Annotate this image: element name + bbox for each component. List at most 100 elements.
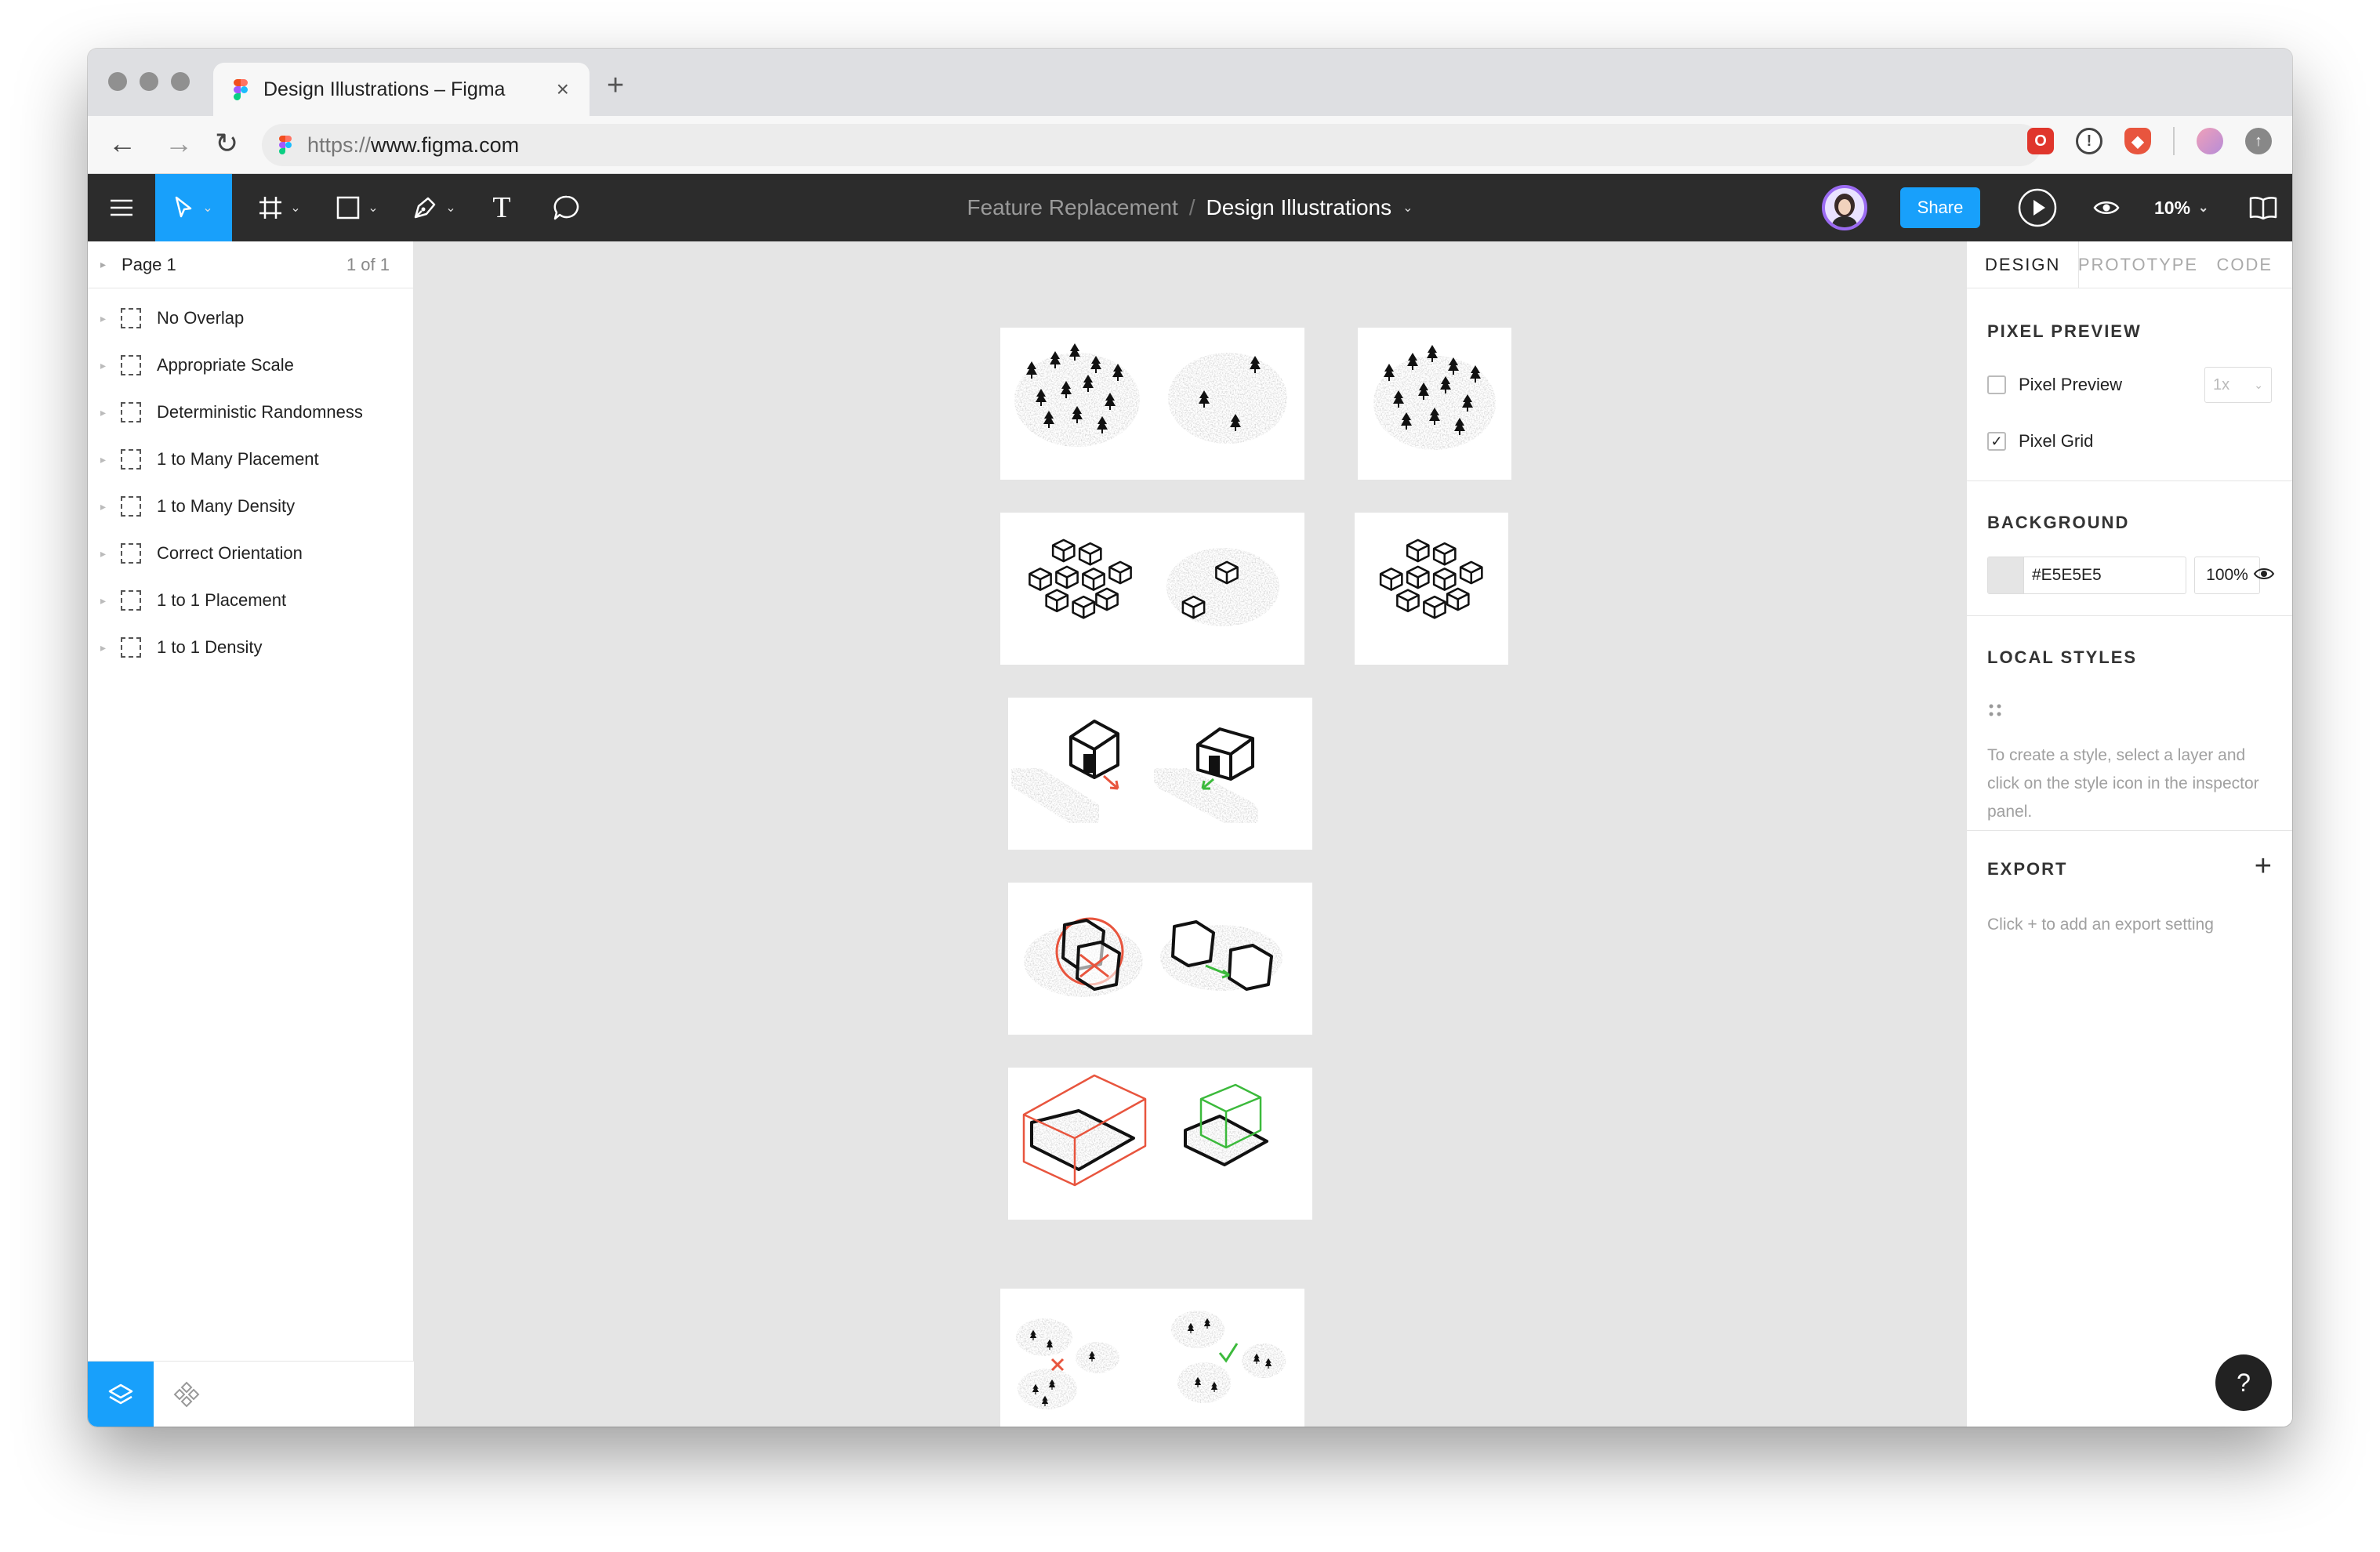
project-name[interactable]: Feature Replacement bbox=[967, 195, 1177, 220]
layer-row[interactable]: ▸ 1 to 1 Density bbox=[88, 624, 413, 671]
chevron-right-icon[interactable]: ▸ bbox=[100, 547, 121, 560]
address-bar[interactable]: https://www.figma.com bbox=[262, 124, 2041, 166]
illustration-frame[interactable] bbox=[1358, 328, 1511, 480]
profile-avatar-icon[interactable] bbox=[2197, 128, 2223, 154]
background-color-field[interactable]: #E5E5E5 bbox=[1987, 557, 2186, 594]
url-scheme: https:// bbox=[307, 132, 372, 157]
close-window-button[interactable] bbox=[108, 72, 127, 91]
library-button[interactable] bbox=[2234, 174, 2292, 241]
pixel-preview-row: Pixel Preview bbox=[1987, 375, 2122, 395]
illustration-frame[interactable] bbox=[1008, 883, 1312, 1035]
chevron-down-icon: ⌄ bbox=[2254, 378, 2263, 391]
frame-icon bbox=[121, 637, 141, 658]
frame-icon bbox=[121, 355, 141, 375]
shield-extension-icon[interactable]: ◆ bbox=[2124, 128, 2151, 154]
zoom-window-button[interactable] bbox=[171, 72, 190, 91]
layer-name: 1 to 1 Density bbox=[157, 637, 263, 657]
pixel-grid-checkbox[interactable]: ✓ bbox=[1987, 432, 2006, 451]
chevron-down-icon[interactable]: ⌄ bbox=[1402, 200, 1413, 216]
book-icon bbox=[2249, 197, 2277, 219]
figma-toolbar: ⌄ ⌄ ⌄ ⌄ T Feature Replacement / Design I… bbox=[88, 174, 2292, 241]
back-button[interactable]: ← bbox=[108, 127, 136, 160]
pixel-scale-dropdown[interactable]: 1x ⌄ bbox=[2204, 367, 2272, 403]
chevron-right-icon[interactable]: ▸ bbox=[100, 359, 121, 372]
houses-cluster-illustration bbox=[1379, 538, 1483, 619]
minimize-window-button[interactable] bbox=[140, 72, 158, 91]
share-button[interactable]: Share bbox=[1900, 187, 1980, 228]
section-heading: PIXEL PREVIEW bbox=[1987, 321, 2142, 341]
browser-window: Design Illustrations – Figma × + ← → ↻ h… bbox=[88, 49, 2292, 1427]
design-canvas[interactable] bbox=[414, 241, 1966, 1427]
zoom-value: 10% bbox=[2154, 197, 2191, 218]
page-selector[interactable]: ▸ Page 1 1 of 1 bbox=[88, 241, 413, 288]
background-color-value: #E5E5E5 bbox=[2032, 566, 2102, 584]
pixel-preview-section: PIXEL PREVIEW Pixel Preview 1x ⌄ ✓ Pixel… bbox=[1967, 288, 2292, 481]
frame-icon bbox=[121, 590, 141, 611]
tab-code[interactable]: CODE bbox=[2197, 241, 2292, 288]
background-opacity-field[interactable]: 100% bbox=[2194, 557, 2260, 594]
chevron-right-icon[interactable]: ▸ bbox=[100, 500, 121, 513]
layer-row[interactable]: ▸ Deterministic Randomness bbox=[88, 389, 413, 436]
frame-icon bbox=[121, 449, 141, 470]
figma-site-icon bbox=[279, 136, 292, 154]
onepassword-extension-icon[interactable]: ! bbox=[2076, 128, 2102, 154]
update-arrow-icon[interactable]: ↑ bbox=[2245, 128, 2272, 154]
chevron-down-icon: ⌄ bbox=[2198, 201, 2209, 215]
houses-scatter-illustration bbox=[1029, 538, 1279, 626]
tab-prototype[interactable]: PROTOTYPE bbox=[2078, 241, 2197, 288]
tab-title: Design Illustrations – Figma bbox=[263, 78, 506, 100]
present-button[interactable] bbox=[2010, 174, 2065, 241]
new-tab-button[interactable]: + bbox=[607, 69, 624, 103]
export-section: EXPORT + Click + to add an export settin… bbox=[1967, 831, 2292, 956]
layer-row[interactable]: ▸ Correct Orientation bbox=[88, 530, 413, 577]
chevron-right-icon[interactable]: ▸ bbox=[100, 312, 121, 325]
illustration-frame[interactable] bbox=[1008, 698, 1312, 850]
chevron-right-icon[interactable]: ▸ bbox=[100, 594, 121, 607]
illustration-frame[interactable] bbox=[1000, 328, 1304, 480]
file-name[interactable]: Design Illustrations bbox=[1206, 195, 1392, 220]
layer-name: Appropriate Scale bbox=[157, 355, 294, 375]
view-settings-button[interactable] bbox=[2079, 174, 2134, 241]
extensions: O ! ◆ ↑ bbox=[2027, 127, 2272, 155]
local-styles-section: LOCAL STYLES To create a style, select a… bbox=[1967, 616, 2292, 831]
chevron-right-icon[interactable]: ▸ bbox=[100, 641, 121, 655]
page-count: 1 of 1 bbox=[346, 254, 390, 274]
chevron-right-icon: ▸ bbox=[100, 258, 107, 270]
layer-name: 1 to 1 Placement bbox=[157, 590, 287, 610]
layer-row[interactable]: ▸ 1 to 1 Placement bbox=[88, 577, 413, 624]
illustration-frame[interactable] bbox=[1355, 513, 1508, 665]
browser-tab[interactable]: Design Illustrations – Figma × bbox=[213, 63, 590, 116]
help-button[interactable]: ? bbox=[2215, 1354, 2272, 1411]
user-avatar[interactable] bbox=[1822, 185, 1867, 230]
zoom-dropdown[interactable]: 10% ⌄ bbox=[2154, 174, 2208, 241]
trees-scatter-illustration bbox=[1014, 343, 1287, 447]
layer-row[interactable]: ▸ 1 to Many Placement bbox=[88, 436, 413, 483]
tab-design[interactable]: DESIGN bbox=[1967, 241, 2080, 288]
forward-button[interactable]: → bbox=[165, 127, 193, 160]
color-swatch[interactable] bbox=[1988, 557, 2024, 593]
chevron-right-icon[interactable]: ▸ bbox=[100, 406, 121, 419]
illustration-frame[interactable] bbox=[1000, 1289, 1304, 1427]
page-name: Page 1 bbox=[122, 254, 176, 274]
add-export-button[interactable]: + bbox=[2255, 850, 2272, 883]
section-heading: EXPORT bbox=[1987, 859, 2068, 879]
layer-row[interactable]: ▸ 1 to Many Density bbox=[88, 483, 413, 530]
eye-icon bbox=[2253, 568, 2275, 579]
layers-tab-button[interactable] bbox=[88, 1362, 154, 1427]
illustration-frame[interactable] bbox=[1000, 513, 1304, 665]
orientation-illustration bbox=[1008, 720, 1259, 831]
illustration-frame[interactable] bbox=[1008, 1068, 1312, 1220]
visibility-toggle[interactable] bbox=[2253, 566, 2275, 586]
pixel-grid-label: Pixel Grid bbox=[2019, 431, 2094, 451]
reload-button[interactable]: ↻ bbox=[215, 127, 238, 160]
inspector-panel: DESIGN PROTOTYPE CODE PIXEL PREVIEW Pixe… bbox=[1966, 241, 2292, 1427]
layer-row[interactable]: ▸ Appropriate Scale bbox=[88, 342, 413, 389]
opera-extension-icon[interactable]: O bbox=[2027, 128, 2054, 154]
layers-icon bbox=[108, 1383, 133, 1405]
close-tab-icon[interactable]: × bbox=[557, 77, 569, 102]
layer-row[interactable]: ▸ No Overlap bbox=[88, 295, 413, 342]
chevron-right-icon[interactable]: ▸ bbox=[100, 453, 121, 466]
pixel-preview-checkbox[interactable] bbox=[1987, 375, 2006, 394]
pixel-scale-value: 1x bbox=[2213, 375, 2230, 393]
components-tab-button[interactable] bbox=[154, 1362, 219, 1427]
